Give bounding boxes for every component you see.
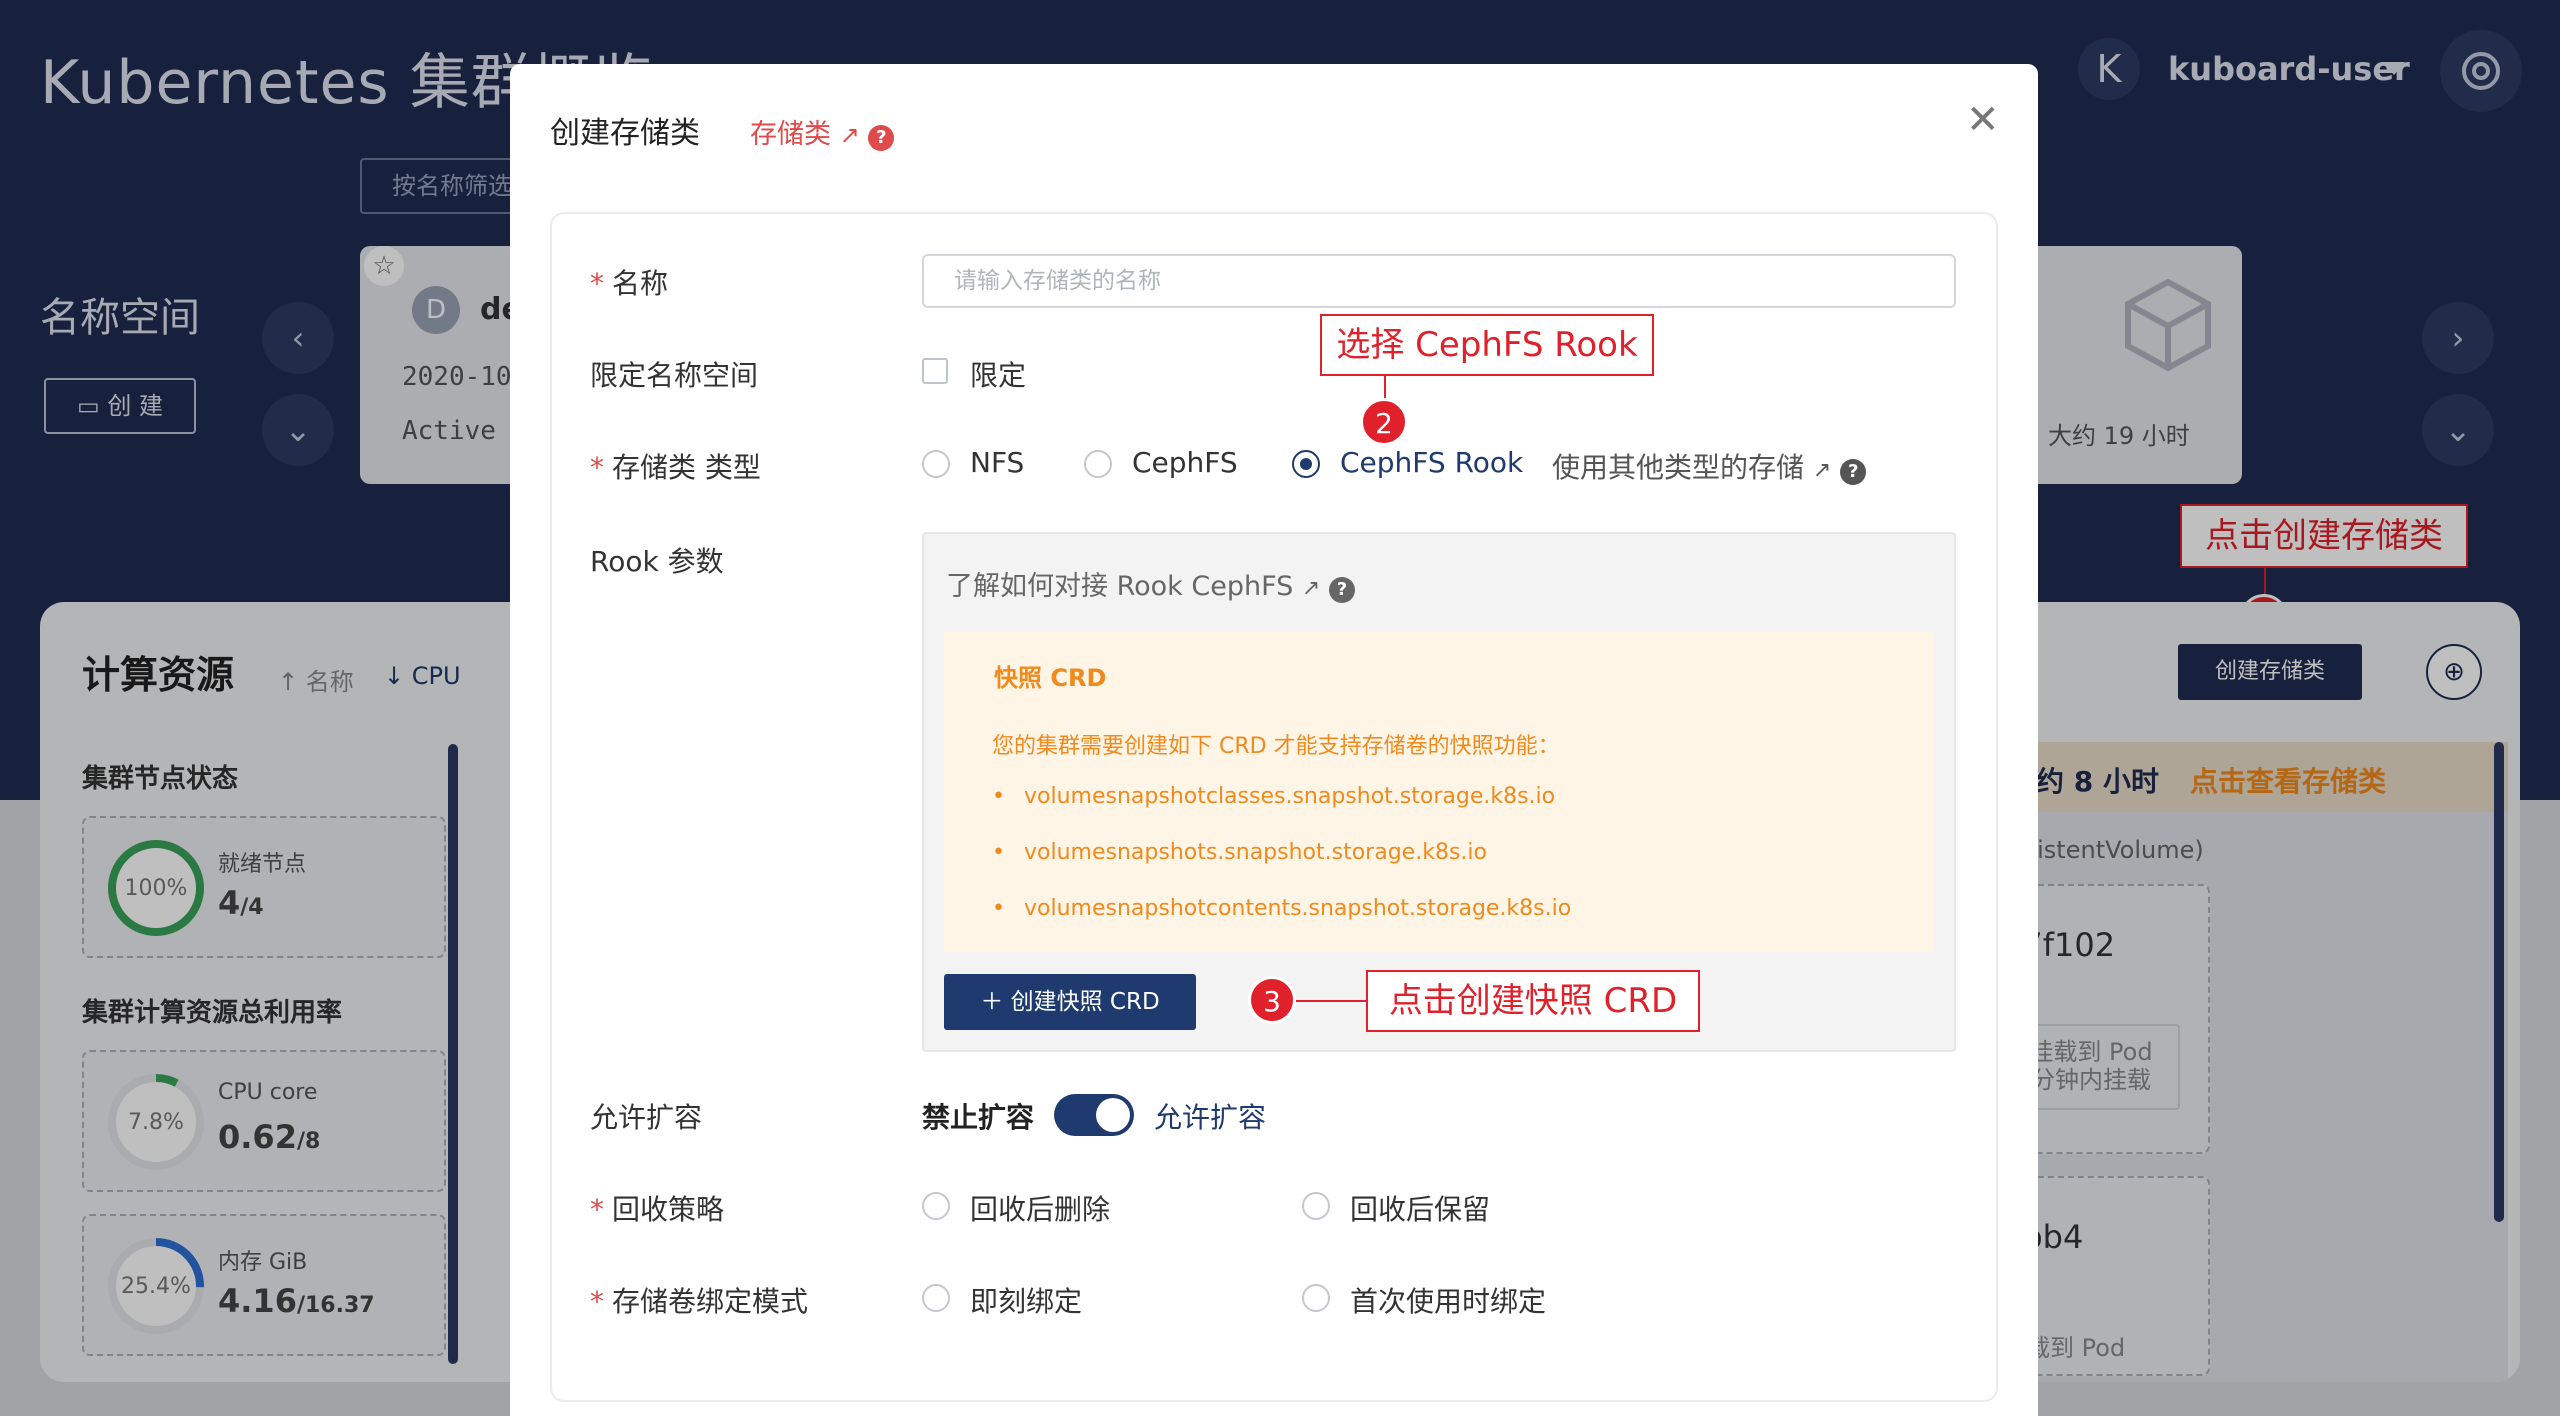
- external-link-icon: ↗: [1301, 576, 1321, 601]
- expand-on-label: 允许扩容: [1154, 1101, 1267, 1134]
- crd-description: 您的集群需要创建如下 CRD 才能支持存储卷的快照功能：: [992, 734, 1560, 759]
- reclaim-label: * 回收策略: [590, 1193, 725, 1226]
- rook-help-link[interactable]: 了解如何对接 Rook CephFS ↗ ?: [946, 564, 1355, 603]
- dialog-title: 创建存储类: [550, 116, 700, 151]
- rook-help-label: 了解如何对接 Rook CephFS: [946, 571, 1294, 602]
- type-option-nfs[interactable]: NFS: [970, 446, 1024, 479]
- expand-off-label: 禁止扩容: [922, 1101, 1035, 1134]
- annotation-badge: 3: [1248, 976, 1296, 1024]
- binding-label: * 存储卷绑定模式: [590, 1285, 809, 1318]
- annotation-label: 点击创建快照 CRD: [1366, 970, 1700, 1032]
- type-radio-cephfs[interactable]: [1084, 450, 1112, 478]
- binding-radio-first-use[interactable]: [1302, 1284, 1330, 1312]
- binding-label-text: 存储卷绑定模式: [612, 1285, 809, 1318]
- limit-namespace-checkbox[interactable]: [922, 358, 948, 384]
- type-radio-nfs[interactable]: [922, 450, 950, 478]
- crd-item: volumesnapshotcontents.snapshot.storage.…: [992, 896, 1571, 921]
- plus-icon: ＋: [980, 989, 1004, 1015]
- create-snapshot-crd-button[interactable]: ＋ 创建快照 CRD: [944, 974, 1196, 1030]
- type-label: * 存储类 类型: [590, 451, 761, 484]
- crd-item: volumesnapshotclasses.snapshot.storage.k…: [992, 784, 1555, 809]
- crd-item: volumesnapshots.snapshot.storage.k8s.io: [992, 840, 1487, 865]
- type-label-text: 存储类 类型: [612, 451, 761, 484]
- type-radio-cephfs-rook[interactable]: [1292, 450, 1320, 478]
- doc-link-label: 存储类: [750, 119, 831, 150]
- help-icon: ?: [1328, 577, 1355, 603]
- annotation-line: [1296, 1000, 1366, 1002]
- reclaim-radio-delete[interactable]: [922, 1192, 950, 1220]
- binding-option-immediate[interactable]: 即刻绑定: [970, 1280, 1082, 1320]
- help-icon: ?: [1840, 459, 1867, 485]
- type-option-cephfs-rook[interactable]: CephFS Rook: [1340, 446, 1523, 479]
- other-storage-type-link[interactable]: 使用其他类型的存储 ↗ ?: [1552, 446, 1867, 486]
- expand-toggle[interactable]: [1054, 1094, 1134, 1136]
- annotation-label: 选择 CephFS Rook: [1320, 314, 1654, 376]
- expand-label: 允许扩容: [590, 1101, 703, 1134]
- reclaim-option-retain[interactable]: 回收后保留: [1350, 1188, 1490, 1228]
- limit-namespace-checkbox-label: 限定: [970, 359, 1027, 392]
- other-type-label: 使用其他类型的存储: [1552, 451, 1805, 484]
- reclaim-radio-retain[interactable]: [1302, 1192, 1330, 1220]
- limit-namespace-label: 限定名称空间: [590, 359, 759, 392]
- name-label-text: 名称: [612, 267, 669, 300]
- annotation-badge: 2: [1360, 398, 1408, 446]
- crd-title: 快照 CRD: [994, 664, 1107, 692]
- crd-button-label: 创建快照 CRD: [1010, 989, 1160, 1015]
- name-label: * 名称: [590, 267, 669, 300]
- external-link-icon: ↗: [1812, 458, 1832, 483]
- annotation-line: [1384, 376, 1386, 398]
- close-icon[interactable]: ✕: [1966, 100, 2000, 140]
- type-option-cephfs[interactable]: CephFS: [1132, 446, 1238, 479]
- binding-option-first-use[interactable]: 首次使用时绑定: [1350, 1280, 1546, 1320]
- rook-params-label: Rook 参数: [590, 545, 724, 578]
- binding-radio-immediate[interactable]: [922, 1284, 950, 1312]
- help-icon: ?: [868, 125, 895, 151]
- storage-class-doc-link[interactable]: 存储类 ↗ ?: [750, 112, 895, 151]
- name-input[interactable]: 请输入存储类的名称: [922, 254, 1956, 308]
- reclaim-label-text: 回收策略: [612, 1193, 725, 1226]
- external-link-icon: ↗: [839, 121, 860, 149]
- reclaim-option-delete[interactable]: 回收后删除: [970, 1188, 1110, 1228]
